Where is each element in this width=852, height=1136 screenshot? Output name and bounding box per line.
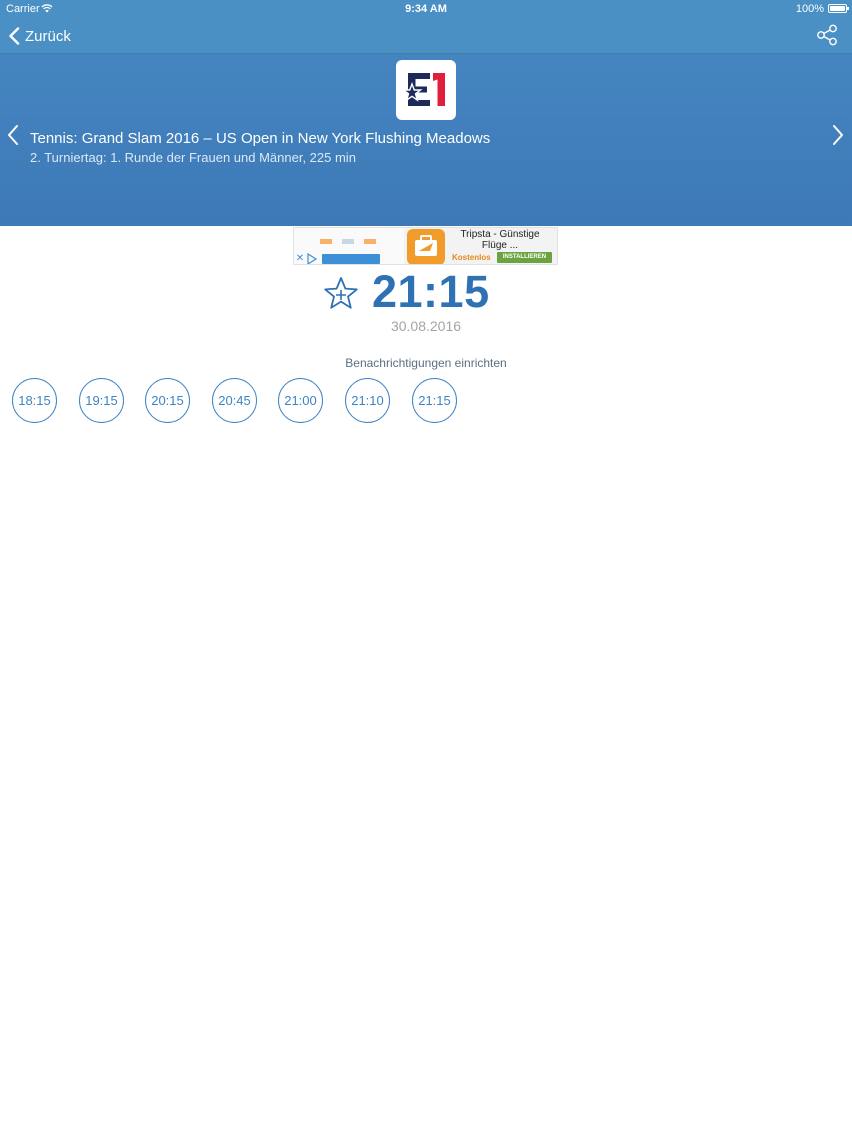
previous-program-icon[interactable] bbox=[6, 124, 20, 146]
battery-icon bbox=[828, 4, 849, 13]
battery-percent: 100% bbox=[795, 3, 824, 15]
back-label: Zurück bbox=[25, 27, 71, 45]
chevron-left-icon bbox=[9, 27, 20, 45]
program-header: Tennis: Grand Slam 2016 – US Open in New… bbox=[0, 54, 852, 226]
notifications-label: Benachrichtigungen einrichten bbox=[345, 356, 507, 370]
program-title: Tennis: Grand Slam 2016 – US Open in New… bbox=[30, 130, 491, 147]
ad-choices-icon[interactable] bbox=[306, 253, 318, 265]
reminder-time-button[interactable]: 21:00 bbox=[278, 378, 323, 423]
back-button[interactable]: Zurück bbox=[8, 24, 71, 48]
add-favorite-star-icon[interactable] bbox=[323, 276, 359, 310]
broadcast-time: 21:15 bbox=[372, 266, 490, 317]
ad-install-button[interactable]: INSTALLIEREN bbox=[497, 252, 552, 263]
broadcast-date: 30.08.2016 bbox=[390, 318, 462, 334]
ad-title: Tripsta - Günstige Flüge ... bbox=[460, 229, 540, 251]
eurosport1-logo-icon bbox=[401, 73, 445, 106]
program-subtitle: 2. Turniertag: 1. Runde der Frauen und M… bbox=[30, 150, 356, 165]
reminder-time-button[interactable]: 20:15 bbox=[145, 378, 190, 423]
channel-logo bbox=[396, 60, 456, 120]
reminder-time-button[interactable]: 19:15 bbox=[79, 378, 124, 423]
reminder-time-button[interactable]: 21:10 bbox=[345, 378, 390, 423]
navigation-bar: Zurück bbox=[0, 18, 852, 54]
reminder-time-button[interactable]: 21:15 bbox=[412, 378, 457, 423]
reminder-time-button[interactable]: 20:45 bbox=[212, 378, 257, 423]
ad-price: Kostenlos bbox=[452, 253, 491, 262]
ad-app-icon bbox=[407, 229, 445, 264]
reminder-time-button[interactable]: 18:15 bbox=[12, 378, 57, 423]
ad-banner[interactable]: ✕ Tripsta - Günstige Flüge ... Kostenlos… bbox=[293, 227, 558, 265]
status-bar: Carrier 9:34 AM 100% bbox=[0, 0, 852, 18]
ad-close-icon[interactable]: ✕ bbox=[295, 254, 305, 264]
status-time: 9:34 AM bbox=[405, 3, 447, 15]
share-icon[interactable] bbox=[816, 24, 838, 46]
next-program-icon[interactable] bbox=[831, 124, 845, 146]
